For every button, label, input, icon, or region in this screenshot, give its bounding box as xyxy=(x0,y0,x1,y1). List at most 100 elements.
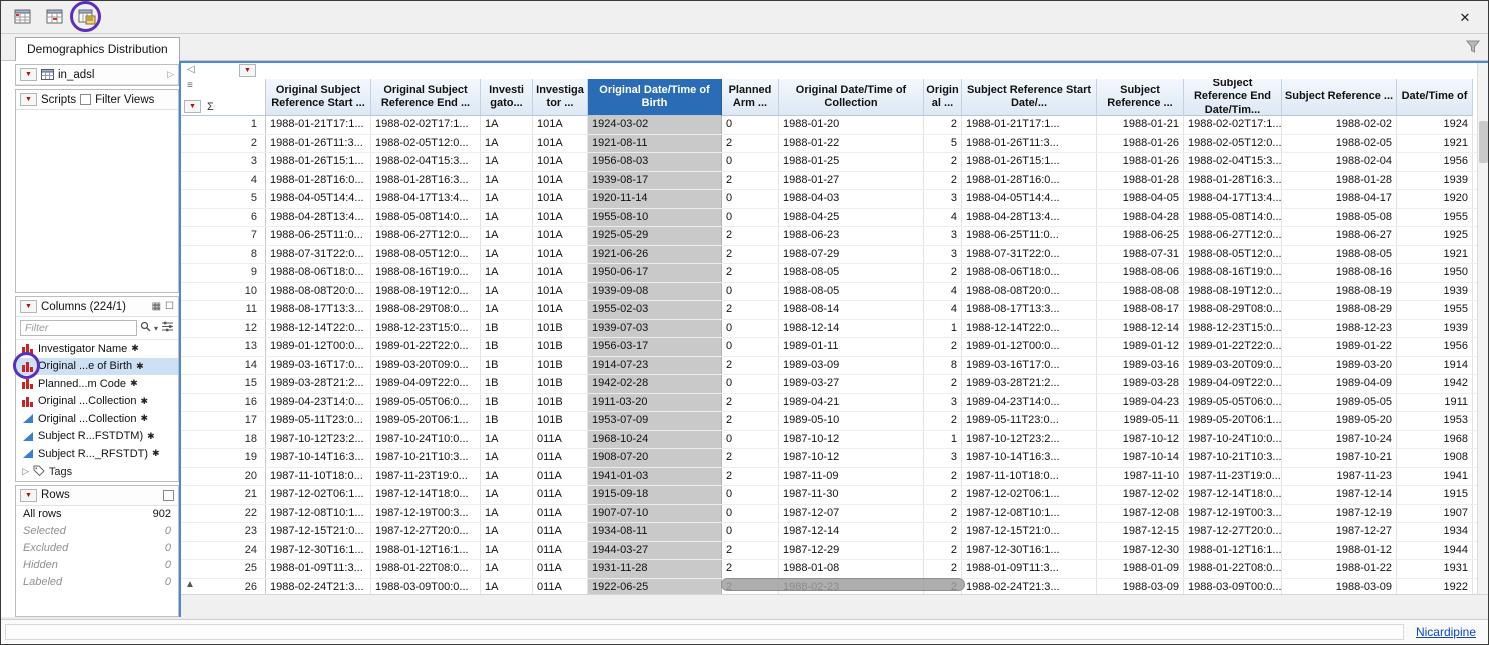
table-row[interactable]: 151989-03-28T21:2...1989-04-09T22:0...1B… xyxy=(181,375,1488,394)
table-cell[interactable]: 1956-03-17 xyxy=(588,338,722,356)
table-cell[interactable]: 2 xyxy=(722,394,779,412)
columns-menu-red-triangle[interactable]: ▼ xyxy=(20,300,37,313)
table-cell[interactable]: 1988-08-17T13:3... xyxy=(266,301,371,319)
table-cell[interactable]: 1A xyxy=(481,209,533,227)
table-cell[interactable]: 1987-12-30T16:1... xyxy=(962,542,1097,560)
column-list-item[interactable]: Original ...e of Birth✱ xyxy=(16,358,178,376)
table-cell[interactable]: 101B xyxy=(533,320,588,338)
table-row[interactable]: 11988-01-21T17:1...1988-02-02T17:1...1A1… xyxy=(181,116,1488,135)
table-cell[interactable]: 1944-03-27 xyxy=(588,542,722,560)
table-cell[interactable]: 1939 xyxy=(1397,283,1473,301)
table-cell[interactable]: 1989-03-16T17:0... xyxy=(266,357,371,375)
table-cell[interactable]: 1987-10-12 xyxy=(779,449,924,467)
rows-checkbox[interactable] xyxy=(163,490,174,501)
table-cell[interactable]: 1988-01-09 xyxy=(1097,560,1184,578)
table-cell[interactable]: 1924 xyxy=(1397,116,1473,134)
table-cell[interactable]: 1A xyxy=(481,301,533,319)
table-row[interactable]: 121988-12-14T22:0...1988-12-23T15:0...1B… xyxy=(181,320,1488,339)
table-cell[interactable]: 1987-10-12 xyxy=(779,431,924,449)
table-cell[interactable]: 2 xyxy=(924,523,962,541)
table-cell[interactable]: 3 xyxy=(924,190,962,208)
table-cell[interactable]: 1921 xyxy=(1397,246,1473,264)
table-cell[interactable]: 1988-02-05 xyxy=(1282,135,1397,153)
table-cell[interactable]: 1988-04-28T13:4... xyxy=(266,209,371,227)
column-manager-icon[interactable]: ▦ xyxy=(152,301,161,312)
table-row[interactable]: 61988-04-28T13:4...1988-05-08T14:0...1A1… xyxy=(181,209,1488,228)
grid-columns-red-triangle[interactable]: ▼ xyxy=(239,64,256,77)
table-cell[interactable]: 1988-02-02T17:1... xyxy=(371,116,481,134)
table-cell[interactable]: 1987-11-10 xyxy=(1097,468,1184,486)
search-dropdown-icon[interactable]: ▾ xyxy=(154,324,158,333)
table-cell[interactable]: 8 xyxy=(924,357,962,375)
table-cell[interactable]: 1988-01-12T16:1... xyxy=(371,542,481,560)
table-cell[interactable]: 011A xyxy=(533,542,588,560)
column-list-item[interactable]: Original ...Collection✱ xyxy=(16,410,178,428)
table-cell[interactable]: 011A xyxy=(533,449,588,467)
table-cell[interactable]: 1987-12-19T00:3... xyxy=(371,505,481,523)
table-cell[interactable]: 1B xyxy=(481,357,533,375)
table-cell[interactable]: 101A xyxy=(533,227,588,245)
table-row[interactable]: 71988-06-25T11:0...1988-06-27T12:0...1A1… xyxy=(181,227,1488,246)
table-cell[interactable]: 1A xyxy=(481,560,533,578)
table-cell[interactable]: 1953-07-09 xyxy=(588,412,722,430)
table-cell[interactable]: 1989-05-20 xyxy=(1282,412,1397,430)
table-cell[interactable]: 1988-03-09 xyxy=(1097,579,1184,595)
table-cell[interactable]: 1989-04-09T22:0... xyxy=(371,375,481,393)
table-cell[interactable]: 2 xyxy=(924,116,962,134)
table-cell[interactable]: 1988-02-02T17:1... xyxy=(1184,116,1282,134)
column-list-item[interactable]: Original ...Collection✱ xyxy=(16,393,178,411)
table-cell[interactable]: 1953 xyxy=(1397,412,1473,430)
table-cell[interactable]: 1988-12-14 xyxy=(1097,320,1184,338)
table-cell[interactable]: 1988-04-17T13:4... xyxy=(371,190,481,208)
table-cell[interactable]: 1B xyxy=(481,375,533,393)
horizontal-scrollbar-thumb[interactable] xyxy=(721,578,965,591)
table-cell[interactable]: 1921-08-11 xyxy=(588,135,722,153)
column-list-item[interactable]: Planned...m Code✱ xyxy=(16,375,178,393)
table-cell[interactable]: 1989-03-28T21:2... xyxy=(266,375,371,393)
table-cell[interactable]: 1941-01-03 xyxy=(588,468,722,486)
table-cell[interactable]: 1989-04-09 xyxy=(1282,375,1397,393)
table-cell[interactable]: 1988-02-04T15:3... xyxy=(371,153,481,171)
table-cell[interactable]: 1968 xyxy=(1397,431,1473,449)
filter-settings-icon[interactable] xyxy=(161,321,174,335)
table-cell[interactable]: 1A xyxy=(481,431,533,449)
table-cell[interactable]: 1956-08-03 xyxy=(588,153,722,171)
table-cell[interactable]: 1 xyxy=(924,431,962,449)
table-cell[interactable]: 1988-12-23T15:0... xyxy=(1184,320,1282,338)
table-cell[interactable]: 1988-03-09T00:0... xyxy=(1184,579,1282,595)
table-cell[interactable]: 1987-12-07 xyxy=(779,505,924,523)
table-cell[interactable]: 1A xyxy=(481,135,533,153)
table-cell[interactable]: 1988-06-23 xyxy=(779,227,924,245)
table-cell[interactable]: 0 xyxy=(722,338,779,356)
table-cell[interactable]: 4 xyxy=(924,209,962,227)
table-cell[interactable]: 1988-12-14 xyxy=(779,320,924,338)
table-cell[interactable]: 1911-03-20 xyxy=(588,394,722,412)
table-cell[interactable]: 0 xyxy=(722,190,779,208)
table-cell[interactable]: 1A xyxy=(481,579,533,595)
table-cell[interactable]: 011A xyxy=(533,486,588,504)
table-cell[interactable]: 1988-04-05T14:4... xyxy=(962,190,1097,208)
table-cell[interactable]: 1914-07-23 xyxy=(588,357,722,375)
table-cell[interactable]: 1988-01-27 xyxy=(779,172,924,190)
table-cell[interactable]: 1988-01-28T16:0... xyxy=(266,172,371,190)
table-cell[interactable]: 1988-04-28T13:4... xyxy=(962,209,1097,227)
table-cell[interactable]: 1950-06-17 xyxy=(588,264,722,282)
table-cell[interactable]: 1A xyxy=(481,172,533,190)
table-cell[interactable]: 1988-01-25 xyxy=(779,153,924,171)
table-cell[interactable]: 101B xyxy=(533,394,588,412)
table-cell[interactable]: 0 xyxy=(722,153,779,171)
table-cell[interactable]: 1989-04-09T22:0... xyxy=(1184,375,1282,393)
table-cell[interactable]: 1988-05-08T14:0... xyxy=(1184,209,1282,227)
table-cell[interactable]: 1988-08-08T20:0... xyxy=(962,283,1097,301)
table-cell[interactable]: 101A xyxy=(533,135,588,153)
table-cell[interactable]: 1988-01-26T15:1... xyxy=(266,153,371,171)
table-cell[interactable]: 1988-12-14T22:0... xyxy=(962,320,1097,338)
table-cell[interactable]: 1955-08-10 xyxy=(588,209,722,227)
table-cell[interactable]: 2 xyxy=(722,560,779,578)
table-cell[interactable]: 3 xyxy=(924,449,962,467)
table-cell[interactable]: 1915 xyxy=(1397,486,1473,504)
table-cell[interactable]: 1989-01-11 xyxy=(779,338,924,356)
table-cell[interactable]: 1987-12-14 xyxy=(1282,486,1397,504)
table-cell[interactable]: 1988-03-09T00:0... xyxy=(371,579,481,595)
table-cell[interactable]: 2 xyxy=(722,227,779,245)
